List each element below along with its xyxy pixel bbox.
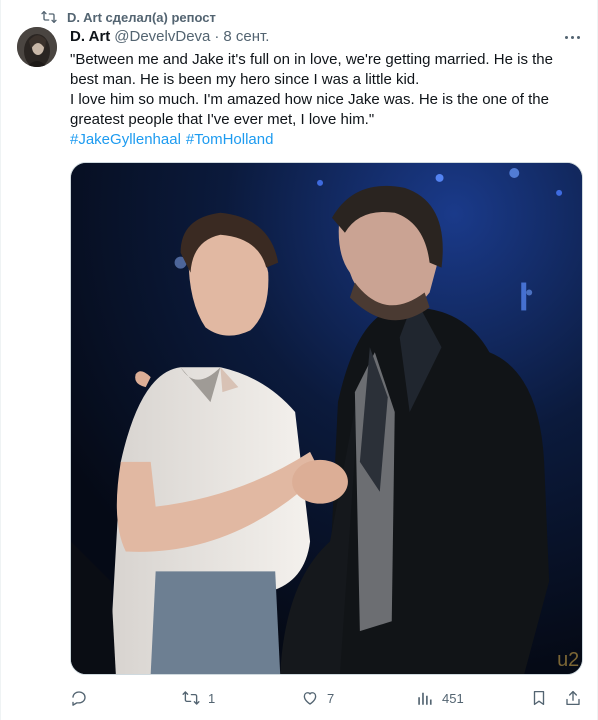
share-button[interactable] — [564, 686, 582, 710]
share-icon — [566, 690, 580, 706]
tweet-text-line: "Between me and Jake it's full on in lov… — [70, 51, 553, 68]
repost-label: D. Art сделал(а) репост — [67, 9, 216, 25]
tweet-text-line: I love him so much. I'm amazed how nice … — [70, 91, 549, 108]
author-handle[interactable]: @DevelvDeva — [114, 28, 210, 45]
tweet-photo[interactable]: u2 — [70, 162, 583, 675]
repost-icon — [182, 691, 200, 705]
bookmark-button[interactable] — [530, 686, 548, 710]
avatar[interactable] — [17, 27, 57, 67]
tweet-article[interactable]: D. Art сделал(а) репост D. Art @DevelvDe… — [0, 0, 598, 720]
like-count: 7 — [327, 690, 335, 706]
repost-context[interactable]: D. Art сделал(а) репост — [41, 8, 216, 26]
action-bar: 1 7 451 — [70, 686, 583, 710]
like-button[interactable]: 7 — [301, 686, 334, 710]
reply-icon — [72, 691, 86, 706]
hashtag-link[interactable]: #TomHolland — [186, 131, 274, 148]
post-date[interactable]: 8 сент. — [223, 28, 269, 45]
more-button[interactable] — [561, 28, 583, 46]
views-button[interactable]: 451 — [416, 686, 464, 710]
tweet-text: "Between me and Jake it's full on in lov… — [70, 50, 580, 150]
reply-button[interactable] — [70, 686, 96, 710]
separator: · — [214, 28, 220, 45]
hashtags: #JakeGyllenhaal #TomHolland — [70, 130, 580, 150]
views-count: 451 — [442, 690, 464, 706]
heart-icon — [303, 692, 317, 705]
repost-count: 1 — [208, 690, 216, 706]
repost-icon — [41, 11, 57, 23]
views-icon — [418, 692, 432, 705]
tweet-text-line: greatest people that I've ever met, I lo… — [70, 111, 375, 128]
backdrop-mark: u2 — [557, 649, 579, 671]
bookmark-icon — [533, 690, 545, 706]
author-name[interactable]: D. Art — [70, 28, 110, 45]
hashtag-link[interactable]: #JakeGyllenhaal — [70, 131, 181, 148]
tweet-text-line: best man. He is been my hero since I was… — [70, 71, 420, 88]
tweet-header: D. Art @DevelvDeva · 8 сент. — [70, 28, 269, 45]
more-icon — [564, 35, 580, 39]
repost-button[interactable]: 1 — [182, 686, 215, 710]
